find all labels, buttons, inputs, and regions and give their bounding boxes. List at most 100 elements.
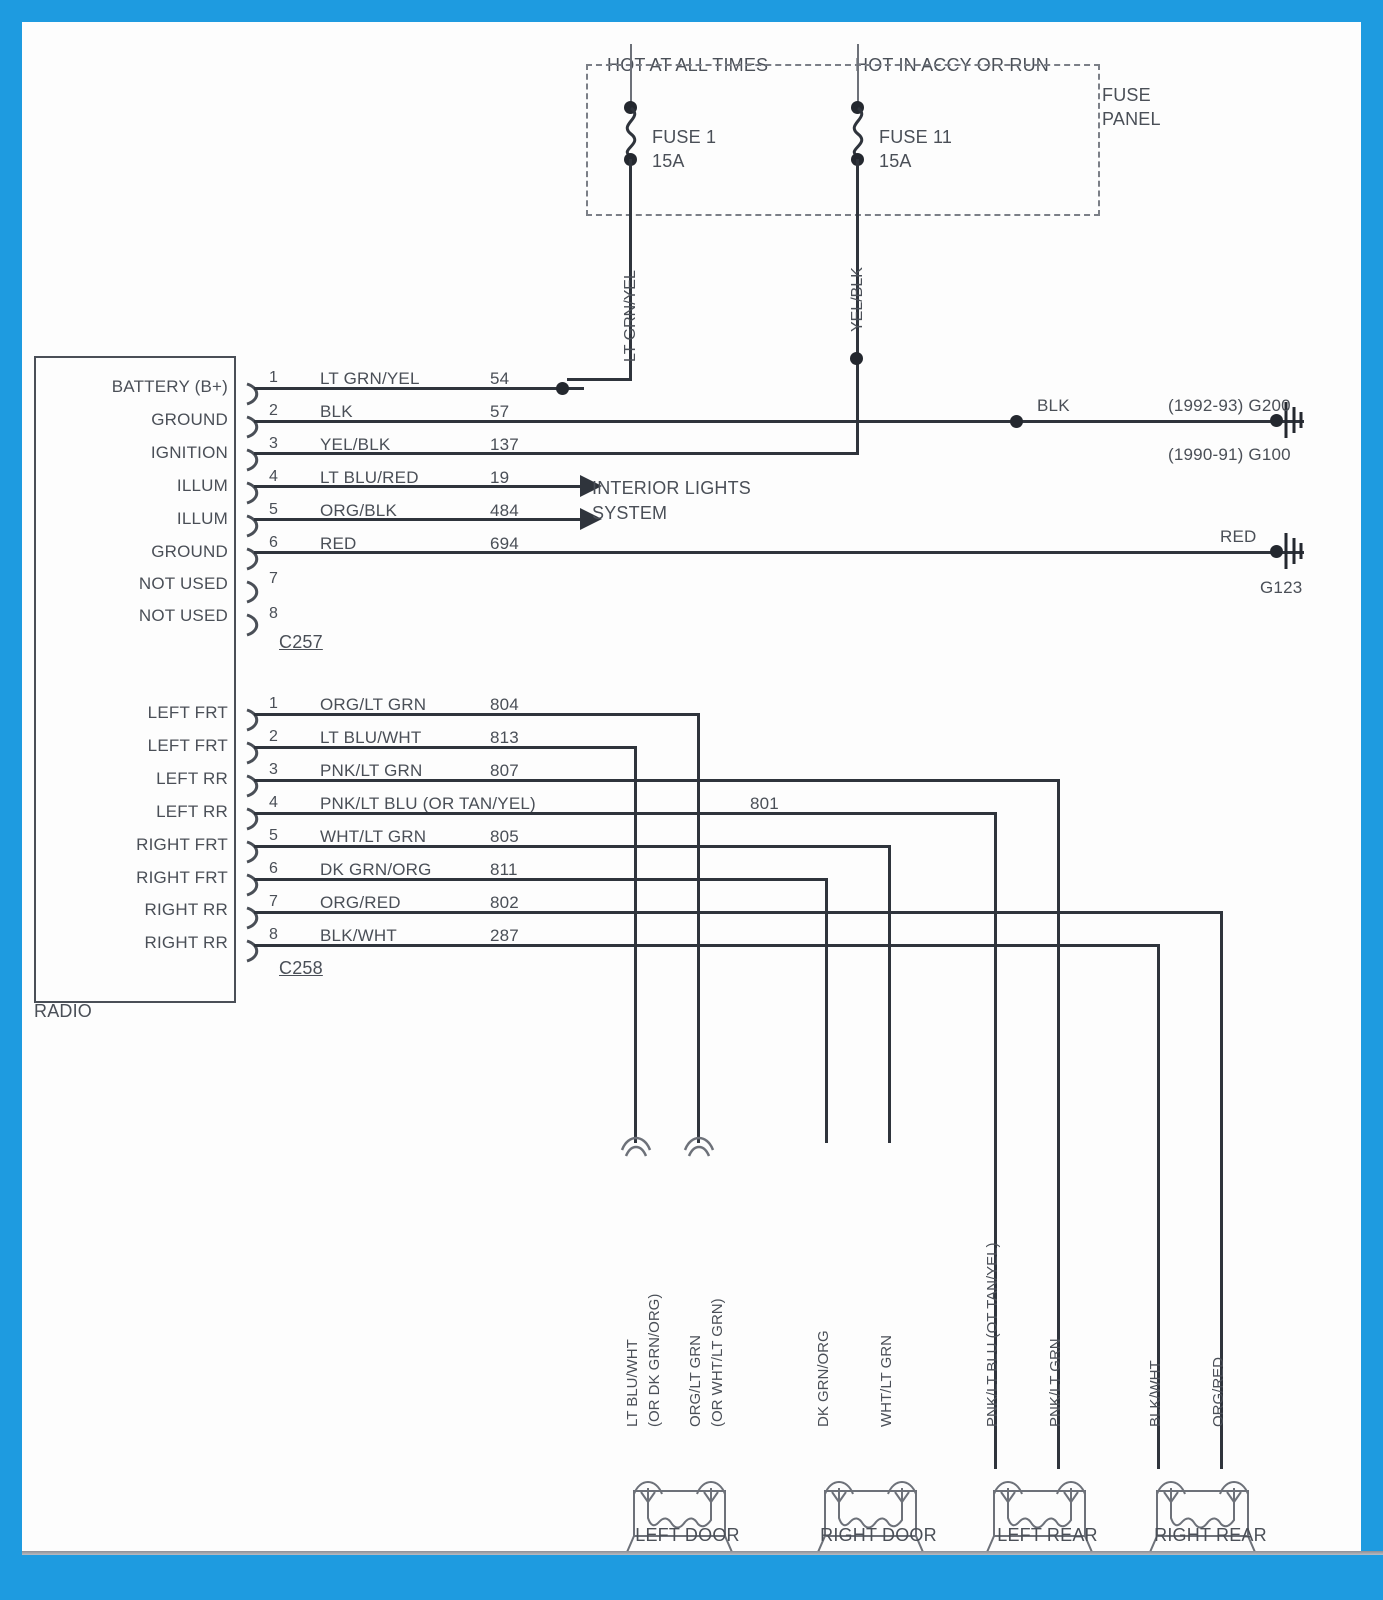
- c258-function-6: RIGHT FRT: [136, 868, 228, 887]
- c257-pinnum-8: 8: [269, 605, 279, 622]
- c257-wire1-splice-dot: [556, 382, 569, 395]
- c257-pin-brackets: [246, 382, 259, 637]
- left-door-wire-break-icon-2: [683, 1136, 715, 1157]
- c257-function-2: GROUND: [151, 410, 228, 429]
- c258-connector-id: C258: [279, 958, 323, 978]
- c258-color-6: DK GRN/ORG: [320, 860, 432, 879]
- c257-wire-1: [254, 387, 584, 390]
- c258-pinnum-4: 4: [269, 794, 279, 811]
- c258-pinnum-2: 2: [269, 728, 279, 745]
- blk-ground-splice-dot: [1010, 415, 1023, 428]
- c258-function-3: LEFT RR: [156, 769, 228, 788]
- c258-pinnum-3: 3: [269, 761, 279, 778]
- fuse1-feed-line: [630, 44, 632, 104]
- c258-function-7: RIGHT RR: [144, 900, 228, 919]
- c257-wire-3-ignition: [254, 452, 284, 455]
- c258-color-8: BLK/WHT: [320, 926, 397, 945]
- c257-function-1: BATTERY (B+): [111, 377, 228, 396]
- c258-wire-5-h: [254, 845, 891, 848]
- c258-color-2: LT BLU/WHT: [320, 728, 422, 747]
- blk-ground-wire-label: BLK: [1037, 396, 1070, 415]
- c258-circuit-7: 802: [490, 893, 519, 912]
- c257-wire-2-ground: [254, 420, 1304, 423]
- left-rear-wire-label-2: PNK/LT GRN: [1047, 1338, 1064, 1427]
- right-door-wire-label-2: WHT/LT GRN: [878, 1335, 895, 1427]
- c258-wire-4-h: [254, 812, 997, 815]
- c258-pinnum-8: 8: [269, 926, 279, 943]
- fuse11-symbol: [852, 106, 864, 158]
- red-ground-wire-label: RED: [1220, 527, 1257, 546]
- c257-wire-6-ground-red: [254, 551, 1304, 554]
- c257-circuit-3: 137: [490, 435, 519, 454]
- right-rear-wire-label-2: ORG/RED: [1210, 1356, 1227, 1427]
- c258-wire-5-v: [888, 845, 891, 1143]
- fuse11-wire-color-label: YEL/BLK: [849, 267, 866, 332]
- fuse11-rating: 15A: [879, 151, 912, 171]
- right-door-wire-label-1: DK GRN/ORG: [815, 1330, 832, 1427]
- left-door-wire-break-icon-1: [620, 1136, 652, 1157]
- left-door-wire-label-1-line2: (OR DK GRN/ORG): [646, 1293, 663, 1427]
- c257-function-3: IGNITION: [150, 443, 228, 462]
- c257-pinnum-6: 6: [269, 534, 279, 551]
- fuse-panel-label-line2: PANEL: [1102, 109, 1161, 129]
- diagram-frame: HOT AT ALL TIMES HOT IN ACCY OR RUN FUSE…: [0, 0, 1383, 1600]
- c258-wire-1-h: [254, 713, 700, 716]
- fuse1-rating: 15A: [652, 151, 685, 171]
- c258-circuit-5: 805: [490, 827, 519, 846]
- c257-function-8: NOT USED: [138, 606, 228, 625]
- c257-pinnum-2: 2: [269, 402, 279, 419]
- g123-ground-icon: [1284, 533, 1303, 569]
- c257-color-3: YEL/BLK: [320, 435, 391, 454]
- left-door-wire-label-2-line1: ORG/LT GRN: [687, 1335, 704, 1427]
- g123-terminal-dot: [1270, 545, 1283, 558]
- c258-pinnum-1: 1: [269, 695, 279, 712]
- left-door-speaker-label: LEFT DOOR: [635, 1525, 740, 1545]
- c258-wire-6-v: [825, 878, 828, 1143]
- c258-function-1: LEFT FRT: [147, 703, 228, 722]
- fuse11-splice-dot: [850, 352, 863, 365]
- c258-pinnum-6: 6: [269, 860, 279, 877]
- c258-pinnum-5: 5: [269, 827, 279, 844]
- c258-circuit-3: 807: [490, 761, 519, 780]
- c257-function-6: GROUND: [151, 542, 228, 561]
- fuse1-to-pin1-wire: [567, 378, 632, 381]
- c258-wire-1-v: [697, 713, 700, 1143]
- c258-pinnum-7: 7: [269, 893, 279, 910]
- c257-pinnum-4: 4: [269, 468, 279, 485]
- right-rear-speaker-label: RIGHT REAR: [1154, 1525, 1267, 1545]
- c257-circuit-1: 54: [490, 369, 510, 388]
- c258-wire-3-h: [254, 779, 1060, 782]
- c258-wire-7-h: [254, 911, 1223, 914]
- c258-circuit-8: 287: [490, 926, 519, 945]
- c258-circuit-2: 813: [490, 728, 519, 747]
- fuse1-wire-color-label: LT GRN/YEL: [622, 270, 639, 362]
- g100-note: (1990-91) G100: [1168, 445, 1291, 464]
- c258-circuit-6: 811: [490, 860, 518, 879]
- left-rear-speaker-label: LEFT REAR: [997, 1525, 1098, 1545]
- c258-wire-2-h: [254, 746, 637, 749]
- interior-lights-label-line1: INTERIOR LIGHTS: [592, 478, 752, 498]
- right-rear-wire-label-1: BLK/WHT: [1147, 1360, 1164, 1427]
- right-door-speaker-label: RIGHT DOOR: [820, 1525, 937, 1545]
- c258-color-4: PNK/LT BLU (OR TAN/YEL): [320, 794, 536, 813]
- c258-wire-8-h: [254, 944, 1160, 947]
- c258-wire-6-h: [254, 878, 828, 881]
- radio-label: RADIO: [34, 1001, 93, 1021]
- c257-color-2: BLK: [320, 402, 353, 421]
- left-rear-wire-label-1: PNK/LT BLU (OT TAN/YEL): [984, 1242, 1001, 1428]
- fuse1-symbol: [625, 106, 637, 158]
- c258-function-4: LEFT RR: [156, 802, 228, 821]
- c257-pinnum-5: 5: [269, 501, 279, 518]
- fuse11-feed-line: [857, 44, 859, 104]
- c257-wire-5-illum: [254, 518, 582, 521]
- c258-color-7: ORG/RED: [320, 893, 401, 912]
- c257-pinnum-7: 7: [269, 570, 279, 587]
- c257-function-5: ILLUM: [176, 509, 228, 528]
- c258-circuit-4: 801: [750, 794, 779, 813]
- c257-circuit-2: 57: [490, 402, 510, 421]
- fuse-panel-label-line1: FUSE: [1102, 85, 1151, 105]
- c257-function-4: ILLUM: [176, 476, 228, 495]
- c257-pinnum-3: 3: [269, 435, 279, 452]
- c258-function-8: RIGHT RR: [144, 933, 228, 952]
- c257-function-7: NOT USED: [138, 574, 228, 593]
